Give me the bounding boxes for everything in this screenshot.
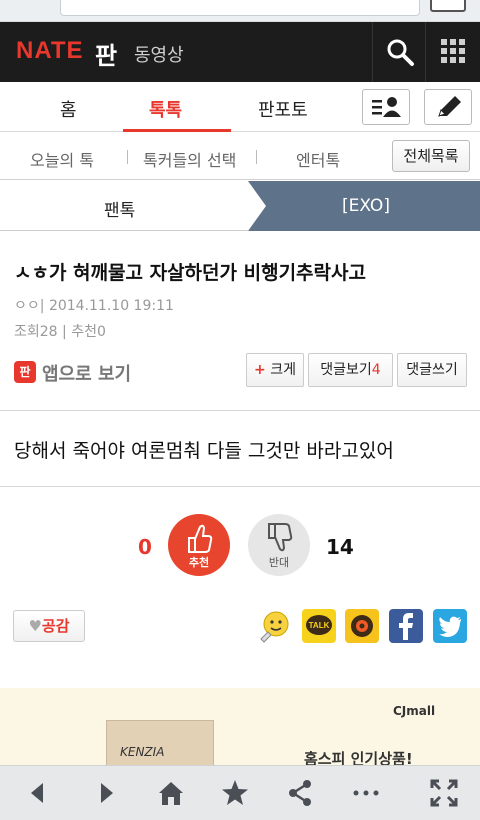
subnav-entertalk[interactable]: 엔터톡: [296, 147, 340, 171]
profile-list-icon: [372, 97, 401, 117]
oppose-button[interactable]: 반대: [248, 514, 310, 576]
tab-panphoto[interactable]: 판포토: [258, 96, 308, 122]
share-icon[interactable]: [284, 777, 316, 809]
search-icon[interactable]: [385, 37, 415, 67]
heart-icon: ♥: [28, 617, 42, 635]
header-divider: [372, 22, 373, 82]
pann-service-title[interactable]: 판: [95, 36, 117, 71]
divider: [0, 410, 480, 411]
forward-icon[interactable]: [90, 777, 122, 809]
post-author: ㅇㅇ: [14, 298, 40, 314]
post-body: 당해서 죽어야 여론멈춰 다들 그것만 바라고있어: [14, 440, 394, 462]
tab-toktok[interactable]: 톡톡: [149, 96, 182, 122]
view-comments-button[interactable]: 댓글보기4: [308, 353, 393, 387]
tab-home[interactable]: 홈: [60, 96, 77, 122]
recommend-count: 추천0: [71, 324, 106, 340]
breadcrumb-exo[interactable]: [EXO]: [342, 196, 390, 216]
thumbs-down-icon: [268, 523, 293, 552]
all-list-button[interactable]: 전체목록: [392, 140, 470, 172]
enlarge-text-button[interactable]: + 크게: [246, 353, 304, 387]
subnav-talkers-choice[interactable]: 톡커들의 선택: [143, 147, 236, 171]
breadcrumb-arrow: [248, 181, 266, 231]
post-title: ㅅㅎ가 혀깨물고 자살하던가 비행기추락사고: [14, 262, 366, 284]
recommend-button[interactable]: 추천: [168, 514, 230, 576]
twitter-share-icon[interactable]: [433, 609, 467, 643]
view-in-app-link[interactable]: 앱으로 보기: [42, 360, 131, 386]
breadcrumb-fantalk[interactable]: 팬톡: [104, 196, 135, 221]
video-link[interactable]: 동영상: [134, 41, 184, 67]
nate-logo[interactable]: NATE: [16, 37, 84, 65]
post-stats: 조회28 | 추천0: [14, 324, 106, 340]
my-profile-button[interactable]: [362, 89, 410, 125]
ad-product-image: [106, 720, 214, 768]
write-post-button[interactable]: [424, 89, 472, 125]
upvote-count: 0: [138, 535, 152, 559]
ad-product-logo: KENZIA: [120, 745, 165, 759]
more-icon[interactable]: [350, 777, 382, 809]
facebook-share-icon[interactable]: [389, 609, 423, 643]
header-divider: [425, 22, 426, 82]
subnav-separator: [256, 150, 257, 164]
oppose-label: 반대: [268, 556, 290, 569]
write-comment-button[interactable]: 댓글쓰기: [397, 353, 467, 387]
back-icon[interactable]: [22, 777, 54, 809]
address-field[interactable]: [60, 0, 420, 16]
bookmark-star-icon[interactable]: [219, 777, 251, 809]
post-date: 2014.11.10 19:11: [48, 298, 174, 314]
kakaostory-share-icon[interactable]: [345, 609, 379, 643]
plus-icon: +: [254, 362, 266, 378]
home-icon[interactable]: [155, 777, 187, 809]
empathy-button[interactable]: ♥공감: [13, 610, 85, 642]
browser-tabs-icon[interactable]: [430, 0, 466, 12]
empathy-label: 공감: [41, 617, 70, 635]
emoji-share-icon[interactable]: [258, 609, 292, 643]
pencil-icon: [438, 96, 461, 117]
fullscreen-icon[interactable]: [428, 777, 460, 809]
kakaotalk-text: TALK: [309, 621, 330, 630]
view-comments-label: 댓글보기: [320, 362, 372, 378]
recommend-label: 추천: [188, 556, 210, 569]
app-icon[interactable]: 판: [14, 361, 36, 383]
ad-brand-logo: CJmall: [393, 704, 436, 718]
view-count: 조회28: [14, 324, 58, 340]
enlarge-label: 크게: [270, 362, 296, 378]
divider: [0, 486, 480, 487]
subnav-today-talk[interactable]: 오늘의 톡: [30, 147, 94, 171]
downvote-count: 14: [326, 535, 354, 559]
comment-count: 4: [371, 362, 381, 378]
kakaotalk-share-icon[interactable]: TALK: [302, 609, 336, 643]
post-author-date: ㅇㅇ| 2014.11.10 19:11: [14, 298, 174, 314]
subnav-separator: [127, 150, 128, 164]
menu-grid-icon[interactable]: [440, 38, 466, 64]
thumbs-up-icon: [188, 524, 213, 553]
